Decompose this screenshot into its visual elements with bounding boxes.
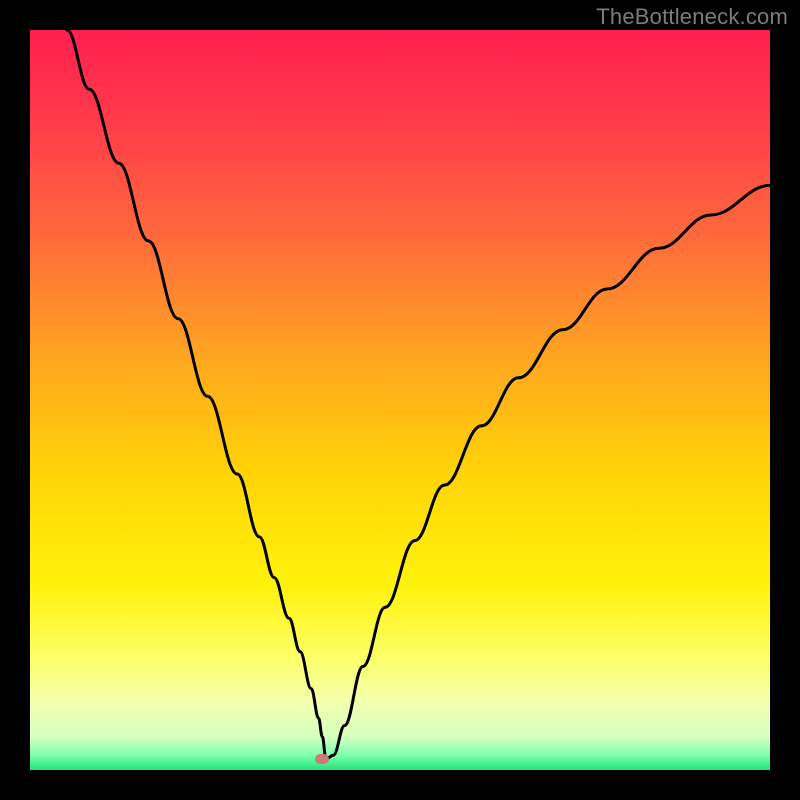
watermark-text: TheBottleneck.com [596, 4, 788, 30]
bottleneck-curve [30, 30, 770, 770]
plot-area [30, 30, 770, 770]
optimum-marker [315, 754, 329, 764]
chart-frame: TheBottleneck.com [0, 0, 800, 800]
curve-path [67, 30, 770, 759]
